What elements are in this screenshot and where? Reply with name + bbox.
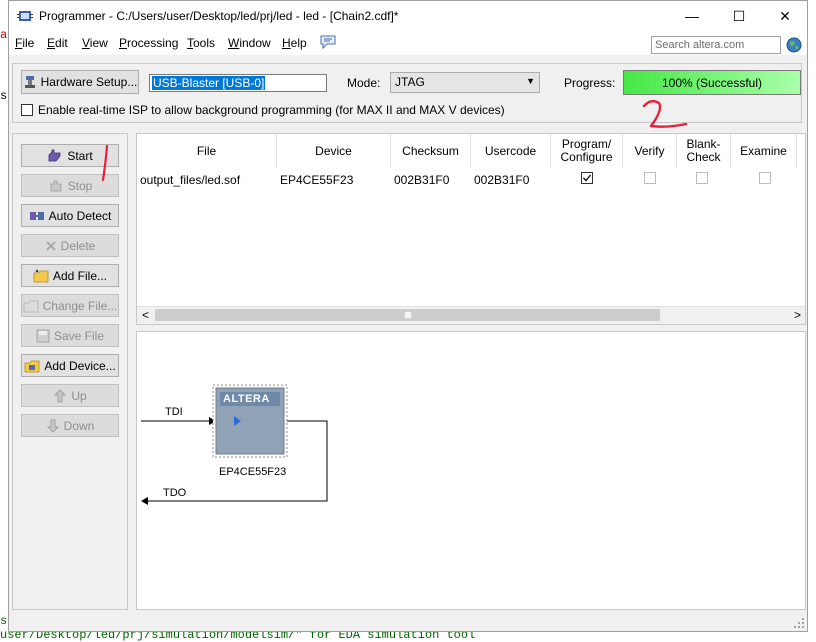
program-configure-checkbox[interactable] (581, 172, 593, 184)
auto-detect-button[interactable]: Auto Detect (21, 204, 119, 227)
mode-label: Mode: (347, 76, 381, 90)
isp-checkbox[interactable] (21, 104, 33, 116)
start-hand-icon (48, 149, 61, 161)
change-file-button[interactable]: Change File... (21, 294, 119, 317)
menu-file[interactable]: File (15, 36, 34, 50)
menu-window[interactable]: Window (228, 36, 271, 50)
add-file-icon (33, 269, 49, 282)
change-file-icon (23, 300, 39, 312)
down-button[interactable]: Down (21, 414, 119, 437)
cell-file: output_files/led.sof (140, 173, 241, 187)
column-header-device[interactable]: Device (277, 134, 391, 168)
chat-help-icon[interactable] (320, 35, 336, 49)
background-text-bottom-left: s (0, 614, 8, 628)
up-button[interactable]: Up (21, 384, 119, 407)
chip-logo: ALTERA (223, 393, 270, 405)
menu-bar: File Edit View Processing Tools Window H… (9, 31, 807, 55)
add-device-button[interactable]: Add Device... (21, 354, 119, 377)
checkmark-icon (583, 174, 592, 182)
add-device-icon (24, 360, 40, 372)
column-header-verify[interactable]: Verify (623, 134, 677, 168)
column-header-checksum[interactable]: Checksum (391, 134, 471, 168)
add-file-button[interactable]: Add File... (21, 264, 119, 287)
background-text-left-1: a (0, 28, 8, 42)
up-arrow-icon (54, 388, 67, 402)
cell-device: EP4CE55F23 (280, 173, 354, 187)
save-icon (36, 329, 50, 342)
device-table: File Device Checksum Usercode Program/Co… (136, 133, 806, 325)
column-header-blank-check[interactable]: Blank- Check (677, 134, 731, 168)
blank-check-checkbox[interactable] (696, 172, 708, 184)
minimize-button[interactable]: — (669, 1, 715, 31)
scroll-grip-icon (404, 311, 412, 319)
mode-select[interactable]: JTAG ▼ (390, 72, 540, 93)
chip-device-name: EP4CE55F23 (219, 466, 287, 478)
tdo-label: TDO (163, 487, 187, 499)
resize-grip-icon[interactable] (793, 617, 805, 629)
globe-icon[interactable] (786, 37, 802, 53)
menu-processing[interactable]: Processing (119, 36, 178, 50)
title-bar: Programmer - C:/Users/user/Desktop/led/p… (9, 1, 807, 31)
auto-detect-icon (29, 211, 44, 220)
delete-button[interactable]: Delete (21, 234, 119, 257)
close-button[interactable]: ✕ (762, 1, 808, 31)
progress-label: Progress: (564, 76, 616, 90)
column-header-usercode[interactable]: Usercode (471, 134, 551, 168)
maximize-button[interactable]: ☐ (716, 1, 762, 31)
scroll-left-icon[interactable]: < (142, 308, 149, 322)
current-hardware-field[interactable]: USB-Blaster [USB-0] (149, 74, 327, 92)
menu-tools[interactable]: Tools (187, 36, 215, 50)
hardware-setup-button[interactable]: Hardware Setup... (21, 70, 139, 94)
hardware-icon (24, 76, 35, 88)
down-arrow-icon (46, 419, 59, 433)
isp-checkbox-label: Enable real-time ISP to allow background… (38, 103, 505, 117)
examine-checkbox[interactable] (759, 172, 771, 184)
scroll-right-icon[interactable]: > (794, 308, 801, 322)
action-panel: Start Stop Auto Detect Delete Add File..… (12, 133, 128, 610)
delete-x-icon (45, 240, 56, 251)
jtag-chain-diagram: TDI TDO ALTERA EP4CE55F23 (136, 331, 806, 610)
tdi-label: TDI (165, 406, 183, 418)
column-header-file[interactable]: File (137, 134, 277, 168)
horizontal-scrollbar[interactable]: < > (137, 306, 805, 324)
annotation-mark-2 (642, 99, 688, 128)
stop-hand-icon (50, 180, 62, 191)
column-header-program-configure[interactable]: Program/Configure (551, 134, 623, 168)
programmer-window: Programmer - C:/Users/user/Desktop/led/p… (8, 0, 808, 632)
annotation-mark-1 (101, 144, 109, 182)
menu-view[interactable]: View (82, 36, 108, 50)
menu-help[interactable]: Help (282, 36, 307, 50)
tdo-arrowhead (141, 497, 148, 505)
progress-bar: 100% (Successful) (623, 70, 801, 95)
search-input[interactable]: Search altera.com (651, 36, 781, 54)
cell-usercode: 002B31F0 (474, 173, 530, 187)
verify-checkbox[interactable] (644, 172, 656, 184)
status-bar (9, 611, 807, 631)
scrollbar-thumb[interactable] (155, 309, 660, 321)
chevron-down-icon: ▼ (526, 76, 535, 86)
menu-edit[interactable]: Edit (47, 36, 68, 50)
programmer-app-icon (17, 11, 33, 21)
cell-checksum: 002B31F0 (394, 173, 450, 187)
save-file-button[interactable]: Save File (21, 324, 119, 347)
column-header-examine[interactable]: Examine (731, 134, 797, 168)
window-title: Programmer - C:/Users/user/Desktop/led/p… (39, 9, 399, 23)
